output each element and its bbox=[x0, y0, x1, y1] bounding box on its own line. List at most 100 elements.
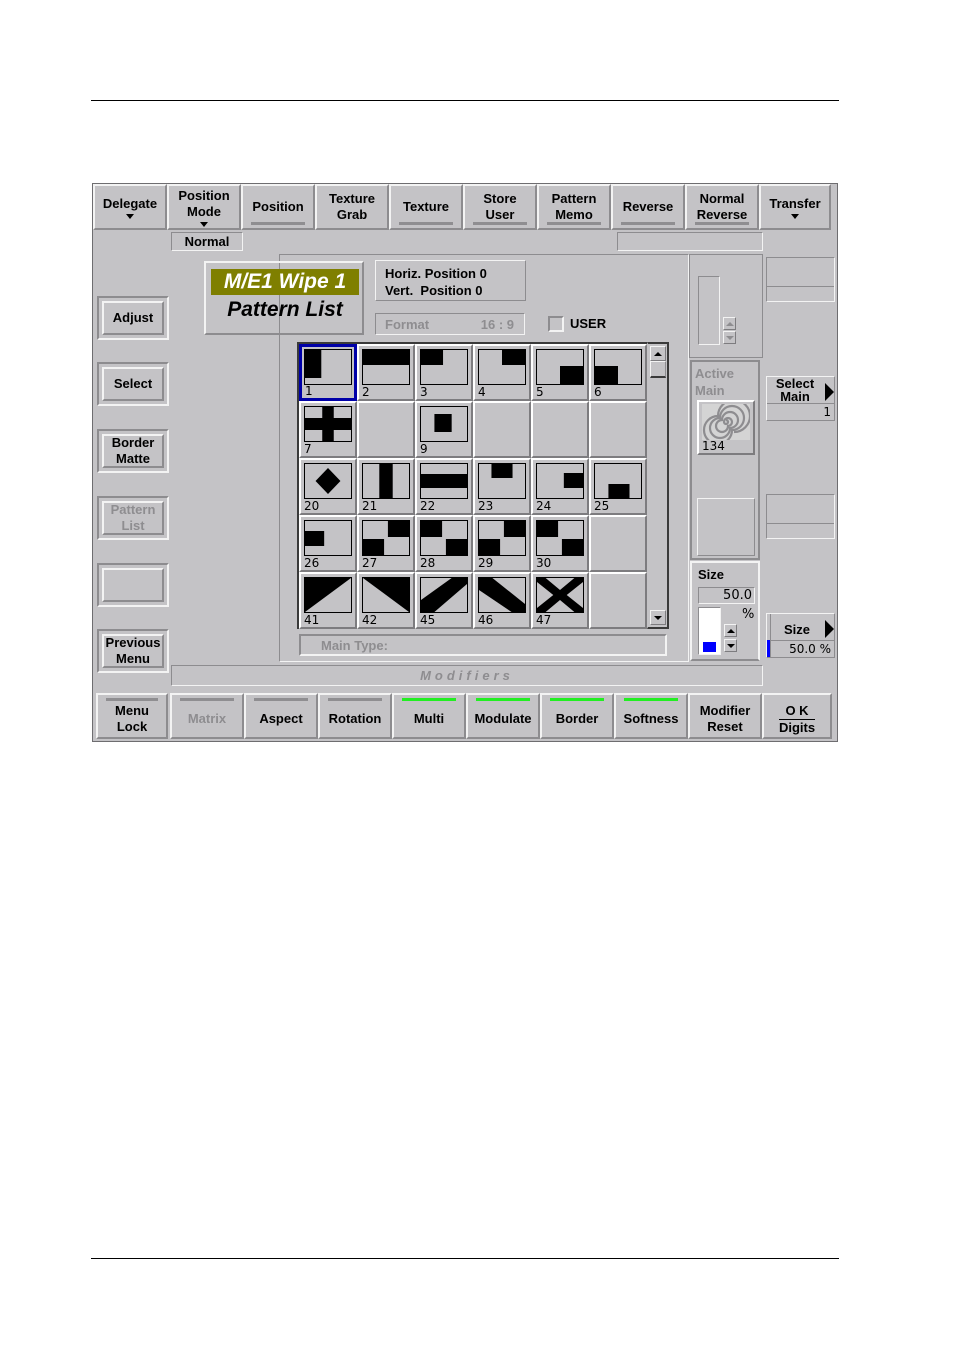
pattern-cell[interactable]: 42 bbox=[357, 572, 415, 629]
select-main-value: 1 bbox=[823, 405, 831, 419]
wipe-pattern-center-box-icon bbox=[420, 406, 468, 442]
bottom-button-modulate[interactable]: Modulate bbox=[466, 693, 540, 739]
size-panel: Size 50.0 % bbox=[690, 561, 760, 661]
top-button-position[interactable]: Position bbox=[241, 184, 315, 230]
scroll-thumb[interactable] bbox=[650, 361, 666, 378]
left-menu-select-button[interactable]: Select bbox=[97, 362, 169, 406]
size-knob-label: Size bbox=[784, 622, 811, 637]
pattern-cell[interactable]: 46 bbox=[473, 572, 531, 629]
pattern-cell[interactable]: 29 bbox=[473, 515, 531, 572]
pattern-cell[interactable]: 28 bbox=[415, 515, 473, 572]
user-checkbox[interactable]: USER bbox=[548, 315, 628, 333]
pattern-cell[interactable]: 9 bbox=[415, 401, 473, 458]
pattern-cell[interactable]: 3 bbox=[415, 344, 473, 401]
pattern-number: 47 bbox=[536, 613, 552, 627]
pattern-cell[interactable]: 7 bbox=[299, 401, 357, 458]
pattern-cell[interactable]: 20 bbox=[299, 458, 357, 515]
bottom-button-aspect[interactable]: Aspect bbox=[244, 693, 318, 739]
pattern-cell-empty[interactable] bbox=[531, 401, 589, 458]
pattern-cell[interactable]: 27 bbox=[357, 515, 415, 572]
upper-level-bar[interactable] bbox=[698, 276, 720, 345]
pattern-cell[interactable]: 4 bbox=[473, 344, 531, 401]
pattern-number: 28 bbox=[420, 556, 436, 570]
bottom-button-multi[interactable]: Multi bbox=[392, 693, 466, 739]
top-button-texture-grab[interactable]: Texture Grab bbox=[315, 184, 389, 230]
button-indicator bbox=[621, 222, 675, 225]
pattern-number: 2 bbox=[362, 385, 370, 399]
user-checkbox-box[interactable] bbox=[548, 316, 564, 332]
pattern-cell[interactable]: 26 bbox=[299, 515, 357, 572]
pattern-cell[interactable]: 23 bbox=[473, 458, 531, 515]
page-header-rule bbox=[91, 100, 839, 101]
pattern-number: 25 bbox=[594, 499, 610, 513]
pattern-number: 6 bbox=[594, 385, 602, 399]
bottom-button-o-k-digits[interactable]: O K Digits bbox=[762, 693, 832, 739]
scroll-up-button[interactable] bbox=[650, 346, 666, 361]
left-menu-previous-menu-button[interactable]: Previous Menu bbox=[97, 629, 169, 673]
pattern-cell[interactable]: 41 bbox=[299, 572, 357, 629]
upper-level-down-button[interactable] bbox=[723, 331, 736, 344]
bottom-button-rotation[interactable]: Rotation bbox=[318, 693, 392, 739]
bottom-button-modifier-reset[interactable]: Modifier Reset bbox=[688, 693, 762, 739]
top-button-store-user[interactable]: Store User bbox=[463, 184, 537, 230]
top-button-reverse[interactable]: Reverse bbox=[611, 184, 685, 230]
top-button-pattern-memo[interactable]: Pattern Memo bbox=[537, 184, 611, 230]
position-readout: Horiz. Position 0 Vert. Position 0 bbox=[375, 260, 526, 301]
size-level-bar[interactable] bbox=[698, 607, 721, 655]
bottom-button-border[interactable]: Border bbox=[540, 693, 614, 739]
top-button-delegate[interactable]: Delegate bbox=[93, 184, 167, 230]
size-knob[interactable]: Size 50.0 % bbox=[766, 613, 835, 658]
pattern-grid-scrollbar[interactable] bbox=[647, 342, 669, 629]
pattern-cell[interactable]: 45 bbox=[415, 572, 473, 629]
top-button-texture[interactable]: Texture bbox=[389, 184, 463, 230]
position-mode-value: Normal bbox=[171, 232, 243, 251]
pattern-cell[interactable]: 22 bbox=[415, 458, 473, 515]
pattern-grid: 1 2 3 4 5 6 7 9 20 21 22 23 24 25 26 27 28 29 30 41 42 45 46 47 bbox=[297, 342, 669, 629]
pattern-cell[interactable]: 47 bbox=[531, 572, 589, 629]
arrow-up-icon bbox=[654, 351, 662, 356]
size-down-button[interactable] bbox=[724, 639, 737, 652]
pattern-cell-empty[interactable] bbox=[473, 401, 531, 458]
pattern-number: 5 bbox=[536, 385, 544, 399]
pattern-number: 24 bbox=[536, 499, 552, 513]
top-button-transfer[interactable]: Transfer bbox=[759, 184, 831, 230]
left-menu-border-matte-button[interactable]: Border Matte bbox=[97, 429, 169, 473]
left-menu-adjust-button[interactable]: Adjust bbox=[97, 296, 169, 340]
pattern-cell[interactable]: 30 bbox=[531, 515, 589, 572]
select-main-knob[interactable]: Select Main 1 bbox=[766, 376, 835, 421]
wipe-pattern-list-menu: Delegate Position Mode Position Texture Grab T… bbox=[92, 183, 838, 742]
top-button-normal-reverse[interactable]: Normal Reverse bbox=[685, 184, 759, 230]
pattern-cell[interactable]: 24 bbox=[531, 458, 589, 515]
active-main-pattern[interactable]: 134 bbox=[697, 400, 755, 455]
bottom-button-menu-lock[interactable]: Menu Lock bbox=[96, 693, 168, 739]
pattern-cell[interactable]: 21 bbox=[357, 458, 415, 515]
top-button-position-mode[interactable]: Position Mode bbox=[167, 184, 241, 230]
size-up-button[interactable] bbox=[724, 624, 737, 637]
top-right-status-field bbox=[617, 232, 763, 251]
bottom-button-softness[interactable]: Softness bbox=[614, 693, 688, 739]
button-indicator bbox=[180, 698, 234, 701]
active-main-number: 134 bbox=[702, 439, 725, 453]
pattern-cell[interactable]: 5 bbox=[531, 344, 589, 401]
pattern-cell-empty[interactable] bbox=[589, 515, 647, 572]
button-indicator bbox=[476, 698, 530, 701]
scroll-down-button[interactable] bbox=[650, 610, 666, 625]
wipe-pattern-bottom-right-box-icon bbox=[536, 349, 584, 385]
pattern-number: 42 bbox=[362, 613, 378, 627]
bottom-button-matrix[interactable]: Matrix bbox=[170, 693, 244, 739]
pattern-cell[interactable]: 6 bbox=[589, 344, 647, 401]
wipe-pattern-bottom-left-box-icon bbox=[594, 349, 642, 385]
pattern-number: 45 bbox=[420, 613, 436, 627]
horiz-position: Horiz. Position 0 bbox=[385, 266, 487, 281]
menu-title: M/E1 Wipe 1 Pattern List bbox=[204, 261, 364, 335]
left-menu-pattern-list-button[interactable]: Pattern List bbox=[97, 496, 169, 540]
pattern-cell[interactable]: 1 bbox=[299, 344, 357, 401]
upper-level-up-button[interactable] bbox=[723, 317, 736, 330]
left-menu-blank-button[interactable] bbox=[97, 563, 169, 607]
pattern-cell-empty[interactable] bbox=[589, 572, 647, 629]
pattern-cell-empty[interactable] bbox=[357, 401, 415, 458]
wipe-pattern-horizontal-bar-icon bbox=[420, 463, 468, 499]
pattern-cell[interactable]: 25 bbox=[589, 458, 647, 515]
pattern-cell-empty[interactable] bbox=[589, 401, 647, 458]
pattern-cell[interactable]: 2 bbox=[357, 344, 415, 401]
